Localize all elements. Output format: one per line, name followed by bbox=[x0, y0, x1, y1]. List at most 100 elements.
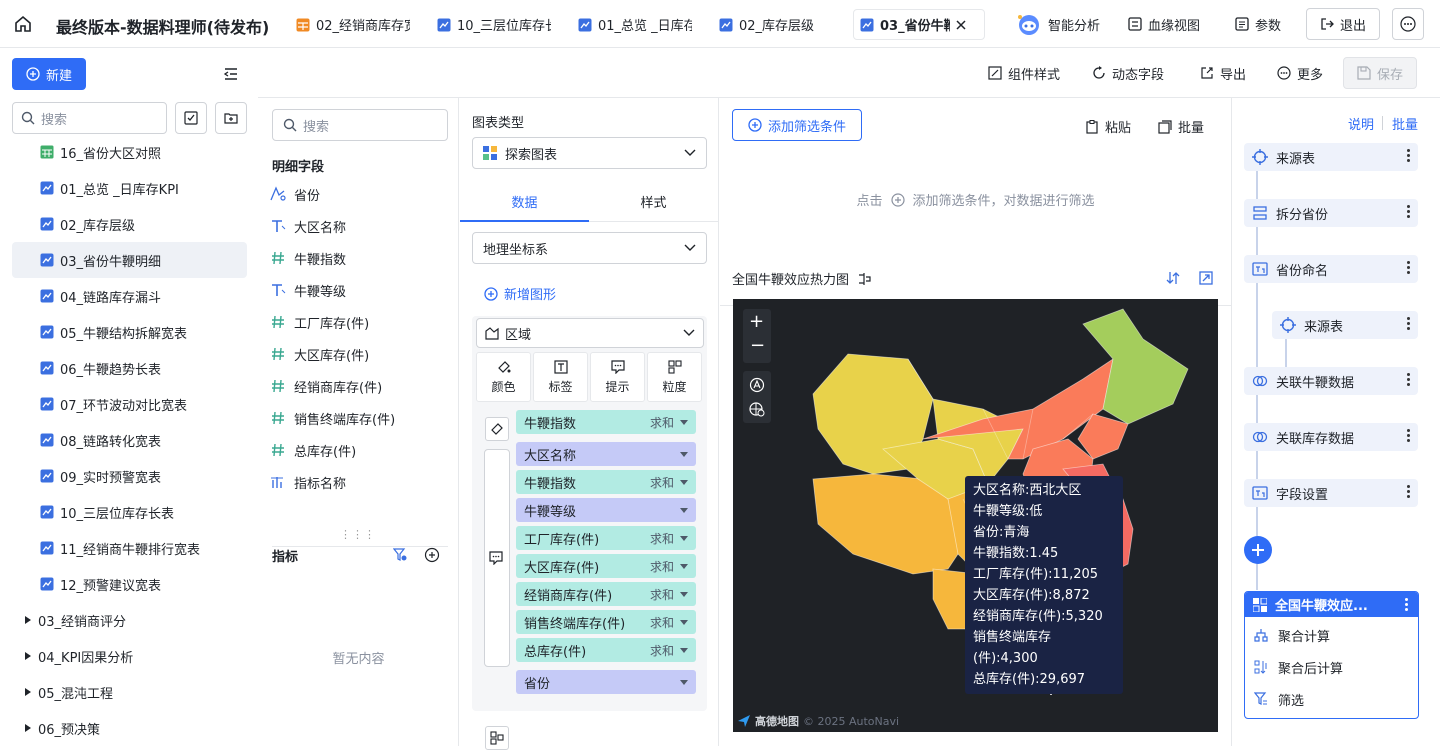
tab-3[interactable]: 02_库存层级 bbox=[713, 9, 839, 40]
detail-encoding-button[interactable]: 粒度 bbox=[647, 352, 702, 402]
tree-item-report[interactable]: 16_省份大区对照 bbox=[12, 134, 247, 170]
home-icon[interactable] bbox=[14, 15, 32, 33]
paste-button[interactable]: 粘贴 bbox=[1085, 117, 1131, 136]
swap-icon[interactable] bbox=[1166, 271, 1180, 285]
caret-down-icon[interactable] bbox=[680, 647, 688, 653]
tab-2[interactable]: 01_总览 _日库存KPI bbox=[572, 9, 698, 40]
params-button[interactable]: 参数 bbox=[1235, 12, 1281, 36]
tree-item-report[interactable]: 08_链路转化宽表 bbox=[12, 422, 247, 458]
tooltip-encoding-button[interactable]: 提示 bbox=[590, 352, 645, 402]
add-step-button[interactable] bbox=[1244, 536, 1272, 564]
tree-item-report[interactable]: 11_经销商牛鞭排行宽表 bbox=[12, 530, 247, 566]
color-pill[interactable]: 牛鞭指数 求和 bbox=[516, 410, 696, 434]
save-button[interactable]: 保存 bbox=[1343, 57, 1417, 89]
flow-step[interactable]: 拆分省份 bbox=[1244, 199, 1418, 227]
field-item[interactable]: 牛鞭等级 bbox=[270, 278, 346, 302]
caret-down-icon[interactable] bbox=[680, 419, 688, 425]
batch-button[interactable]: 批量 bbox=[1158, 117, 1204, 136]
detail-pill[interactable]: 省份 bbox=[516, 670, 696, 694]
tree-folder[interactable]: 06_预决策 bbox=[12, 710, 247, 746]
ai-analysis-button[interactable]: 智能分析 bbox=[1016, 12, 1100, 36]
metric-filter-icon[interactable] bbox=[393, 548, 407, 562]
field-item[interactable]: 牛鞭指数 bbox=[270, 246, 346, 270]
flow-desc-link[interactable]: 说明 bbox=[1348, 114, 1374, 133]
lineage-button[interactable]: 血缘视图 bbox=[1128, 12, 1200, 36]
caret-down-icon[interactable] bbox=[680, 619, 688, 625]
zoom-out-icon[interactable]: − bbox=[750, 335, 765, 356]
tree-item-report[interactable]: 12_预警建议宽表 bbox=[12, 566, 247, 602]
tree-item-report[interactable]: 09_实时预警宽表 bbox=[12, 458, 247, 494]
tree-item-report[interactable]: 02_库存层级 bbox=[12, 206, 247, 242]
collapse-sidebar-icon[interactable] bbox=[223, 66, 239, 82]
compass-icon[interactable] bbox=[749, 377, 765, 393]
detail-slot-icon[interactable] bbox=[485, 726, 509, 750]
field-item[interactable]: 大区名称 bbox=[270, 214, 346, 238]
sub-step[interactable]: 聚合计算 bbox=[1254, 625, 1330, 645]
multi-select-button[interactable] bbox=[175, 102, 207, 134]
caret-down-icon[interactable] bbox=[680, 591, 688, 597]
field-item[interactable]: 总库存(件) bbox=[270, 438, 356, 462]
dynamic-field-button[interactable]: 动态字段 bbox=[1092, 61, 1164, 85]
flow-step[interactable]: 关联库存数据 bbox=[1244, 423, 1418, 451]
fullscreen-icon[interactable] bbox=[1199, 271, 1213, 285]
step-menu-icon[interactable] bbox=[1407, 429, 1410, 442]
flow-step[interactable]: 来源表 bbox=[1272, 311, 1418, 339]
chart-type-select[interactable]: 探索图表 bbox=[472, 137, 707, 169]
caret-down-icon[interactable] bbox=[680, 451, 688, 457]
step-menu-icon[interactable] bbox=[1407, 485, 1410, 498]
tree-item-report[interactable]: 06_牛鞭趋势长表 bbox=[12, 350, 247, 386]
active-node-header[interactable]: 全国牛鞭效应... bbox=[1245, 592, 1418, 617]
layer-toggle-icon[interactable] bbox=[749, 401, 765, 417]
tab-data[interactable]: 数据 bbox=[460, 182, 589, 222]
map-canvas[interactable]: + − 大区名称:西北大区 牛鞭等级:低 省份:青海 牛鞭指数:1.45 工厂库存(件)… bbox=[733, 299, 1218, 732]
flow-step[interactable]: 来源表 bbox=[1244, 143, 1418, 171]
step-menu-icon[interactable] bbox=[1407, 373, 1410, 386]
step-menu-icon[interactable] bbox=[1407, 149, 1410, 162]
tree-item-report[interactable]: 03_省份牛鞭明细 bbox=[12, 242, 247, 278]
color-slot-icon[interactable] bbox=[485, 417, 509, 441]
field-item[interactable]: 指标名称 bbox=[270, 470, 346, 494]
field-item[interactable]: 大区库存(件) bbox=[270, 342, 369, 366]
field-item[interactable]: 工厂库存(件) bbox=[270, 310, 369, 334]
flow-step[interactable]: 关联牛鞭数据 bbox=[1244, 367, 1418, 395]
tooltip-pill[interactable]: 牛鞭等级 bbox=[516, 498, 696, 522]
tree-item-report[interactable]: 10_三层位库存长表 bbox=[12, 494, 247, 530]
flow-batch-link[interactable]: 批量 bbox=[1392, 114, 1418, 133]
add-metric-icon[interactable] bbox=[424, 547, 440, 563]
mark-type-select[interactable]: 区域 bbox=[476, 318, 704, 348]
caret-down-icon[interactable] bbox=[680, 535, 688, 541]
flow-step[interactable]: 字段设置 bbox=[1244, 479, 1418, 507]
close-icon[interactable] bbox=[956, 19, 966, 30]
step-menu-icon[interactable] bbox=[1407, 205, 1410, 218]
label-encoding-button[interactable]: 标签 bbox=[533, 352, 588, 402]
caret-down-icon[interactable] bbox=[680, 563, 688, 569]
caret-down-icon[interactable] bbox=[680, 479, 688, 485]
tooltip-pill[interactable]: 工厂库存(件) 求和 bbox=[516, 526, 696, 550]
tooltip-pill[interactable]: 大区库存(件) 求和 bbox=[516, 554, 696, 578]
add-filter-button[interactable]: 添加筛选条件 bbox=[732, 109, 862, 141]
field-item[interactable]: 经销商库存(件) bbox=[270, 374, 382, 398]
divider-handle[interactable]: ⋮⋮⋮ bbox=[258, 528, 458, 541]
export-button[interactable]: 导出 bbox=[1200, 61, 1246, 85]
tab-0[interactable]: 02_经销商库存宽表 bbox=[290, 9, 416, 40]
tooltip-pill[interactable]: 销售终端库存(件) 求和 bbox=[516, 610, 696, 634]
tab-4-active[interactable]: 03_省份牛鞭明细 bbox=[853, 9, 985, 40]
field-search-input[interactable]: 搜索 bbox=[272, 109, 448, 141]
tree-item-report[interactable]: 07_环节波动对比宽表 bbox=[12, 386, 247, 422]
tooltip-pill[interactable]: 牛鞭指数 求和 bbox=[516, 470, 696, 494]
new-folder-button[interactable] bbox=[215, 102, 247, 134]
new-button[interactable]: 新建 bbox=[12, 58, 86, 90]
tree-item-report[interactable]: 05_牛鞭结构拆解宽表 bbox=[12, 314, 247, 350]
tree-item-report[interactable]: 04_链路库存漏斗 bbox=[12, 278, 247, 314]
tree-folder[interactable]: 04_KPI因果分析 bbox=[12, 638, 247, 674]
tooltip-pill[interactable]: 大区名称 bbox=[516, 442, 696, 466]
more-button[interactable]: 更多 bbox=[1277, 61, 1323, 85]
sidebar-search-input[interactable]: 搜索 bbox=[12, 102, 167, 134]
color-encoding-button[interactable]: 颜色 bbox=[476, 352, 531, 402]
field-item[interactable]: 省份 bbox=[270, 182, 320, 206]
field-item[interactable]: 销售终端库存(件) bbox=[270, 406, 395, 430]
tab-style[interactable]: 样式 bbox=[589, 182, 718, 222]
exit-button[interactable]: 退出 bbox=[1306, 8, 1380, 40]
flow-step[interactable]: 省份命名 bbox=[1244, 255, 1418, 283]
tree-folder[interactable]: 05_混沌工程 bbox=[12, 674, 247, 710]
